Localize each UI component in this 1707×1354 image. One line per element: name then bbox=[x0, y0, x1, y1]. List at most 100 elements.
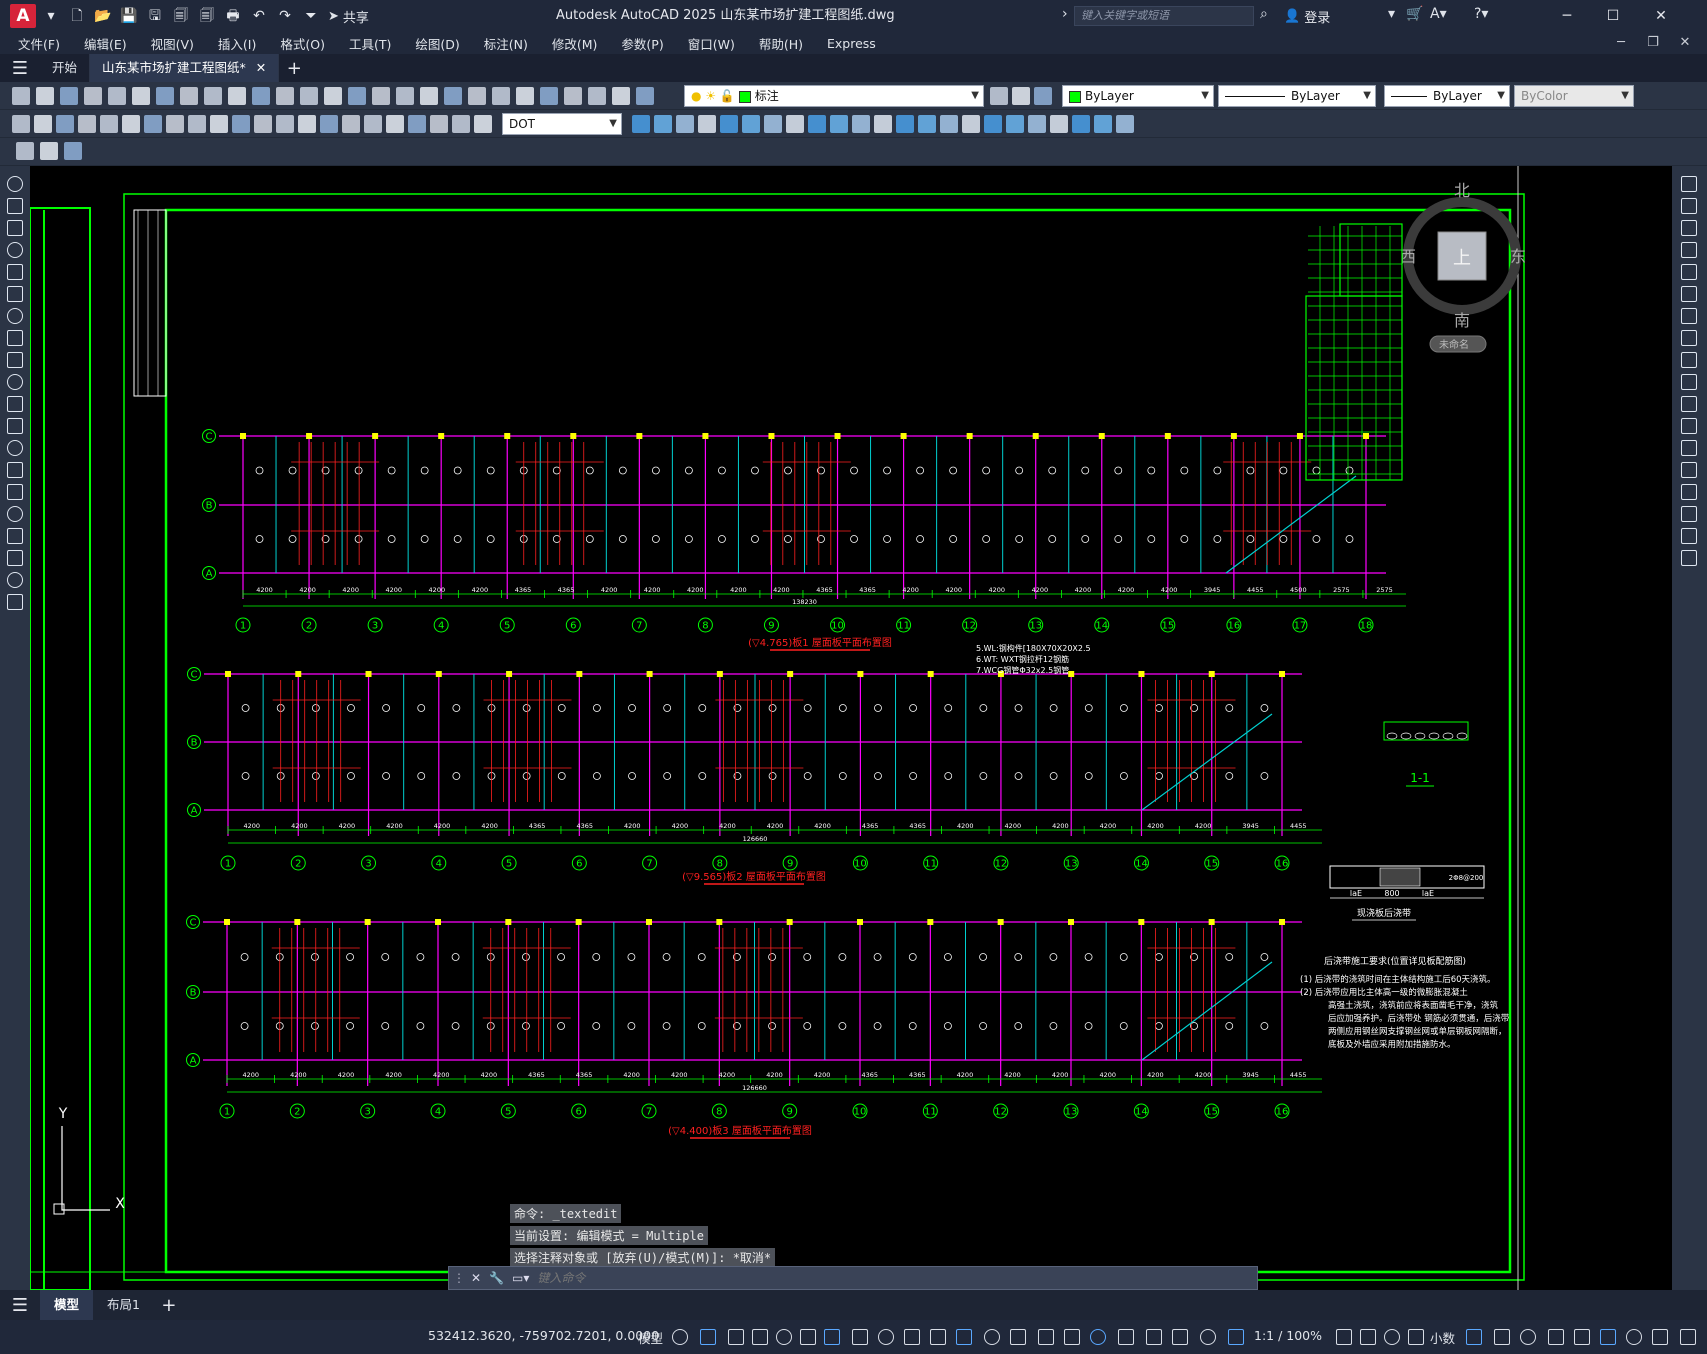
extrude-icon[interactable] bbox=[676, 115, 694, 133]
3d-rotate-icon[interactable] bbox=[896, 115, 914, 133]
dim-style-icon[interactable] bbox=[452, 115, 470, 133]
revolve-icon[interactable] bbox=[764, 115, 782, 133]
faces-icon[interactable] bbox=[1094, 115, 1112, 133]
menu-draw[interactable]: 绘图(D) bbox=[397, 34, 459, 53]
dim-continue-icon[interactable] bbox=[232, 115, 250, 133]
status-toggle-icon[interactable] bbox=[1038, 1329, 1054, 1345]
status-toggle-icon[interactable] bbox=[800, 1329, 816, 1345]
menu-help[interactable]: 帮助(H) bbox=[741, 34, 803, 53]
dim-radius-icon[interactable] bbox=[100, 115, 118, 133]
separate-icon[interactable] bbox=[1050, 115, 1068, 133]
gradient-icon[interactable] bbox=[7, 418, 23, 434]
status-toggle-icon[interactable] bbox=[1360, 1329, 1376, 1345]
inspect-icon[interactable] bbox=[342, 115, 360, 133]
coordinate-readout[interactable]: 532412.3620, -759702.7201, 0.0000 bbox=[428, 1328, 659, 1343]
status-toggle-icon[interactable] bbox=[1172, 1329, 1188, 1345]
block-editor-icon[interactable] bbox=[16, 142, 34, 160]
menu-insert[interactable]: 插入(I) bbox=[200, 34, 256, 53]
circle-icon[interactable] bbox=[7, 286, 23, 302]
redo-icon[interactable] bbox=[276, 87, 294, 105]
dim-text-edit-icon[interactable] bbox=[408, 115, 426, 133]
dim-angular-icon[interactable] bbox=[166, 115, 184, 133]
open-web-icon[interactable]: 🗐 bbox=[170, 5, 192, 27]
color-combo[interactable]: ByLayer ▼ bbox=[1062, 85, 1214, 107]
doc-minimize-button[interactable]: ─ bbox=[1606, 32, 1636, 54]
copy-icon[interactable] bbox=[1681, 198, 1697, 214]
status-toggle-icon[interactable] bbox=[700, 1329, 716, 1345]
calc-icon[interactable] bbox=[516, 87, 534, 105]
save-icon[interactable] bbox=[60, 87, 78, 105]
close-icon[interactable]: ✕ bbox=[256, 60, 266, 75]
chevron-down-icon[interactable]: ▾ bbox=[40, 5, 62, 27]
union-icon[interactable] bbox=[698, 115, 716, 133]
zoom-prev-icon[interactable] bbox=[372, 87, 390, 105]
dim-linear-icon[interactable] bbox=[12, 115, 30, 133]
status-toggle-icon[interactable] bbox=[1408, 1329, 1424, 1345]
dim-arc-icon[interactable] bbox=[56, 115, 74, 133]
new-tab-button[interactable]: + bbox=[279, 58, 309, 79]
loft-icon[interactable] bbox=[808, 115, 826, 133]
rotate-icon[interactable] bbox=[1681, 308, 1697, 324]
layer-state-icon[interactable] bbox=[1034, 87, 1052, 105]
dim-update-icon[interactable] bbox=[430, 115, 448, 133]
status-toggle-icon[interactable] bbox=[1118, 1329, 1134, 1345]
chamfer-icon[interactable] bbox=[1006, 115, 1024, 133]
align-icon[interactable] bbox=[918, 115, 936, 133]
print-icon[interactable] bbox=[84, 87, 102, 105]
publish-icon[interactable] bbox=[132, 87, 150, 105]
command-prompt-icon[interactable]: ▭▾ bbox=[512, 1271, 529, 1285]
sweep-icon[interactable] bbox=[786, 115, 804, 133]
attribute-icon[interactable] bbox=[64, 142, 82, 160]
block-icon[interactable] bbox=[7, 352, 23, 368]
maximize-button[interactable]: ☐ bbox=[1590, 0, 1636, 32]
cylinder-icon[interactable] bbox=[654, 115, 672, 133]
status-toggle-icon[interactable] bbox=[1680, 1329, 1696, 1345]
revcloud-icon[interactable] bbox=[7, 528, 23, 544]
status-toggle-icon[interactable] bbox=[1336, 1329, 1352, 1345]
save-web-icon[interactable]: 🗐 bbox=[196, 5, 218, 27]
move-icon[interactable] bbox=[1681, 286, 1697, 302]
sheet-set-icon[interactable] bbox=[468, 87, 486, 105]
construct-line-icon[interactable] bbox=[7, 506, 23, 522]
menu-view[interactable]: 视图(V) bbox=[133, 34, 194, 53]
status-toggle-icon[interactable] bbox=[1090, 1329, 1106, 1345]
customize-qa-icon[interactable]: ⏷ bbox=[300, 5, 322, 27]
status-toggle-icon[interactable] bbox=[1600, 1329, 1616, 1345]
status-toggle-icon[interactable] bbox=[1626, 1329, 1642, 1345]
make-current-icon[interactable] bbox=[990, 87, 1008, 105]
status-toggle-icon[interactable] bbox=[852, 1329, 868, 1345]
section-icon[interactable] bbox=[852, 115, 870, 133]
linetype-combo[interactable]: ByLayer ▼ bbox=[1218, 85, 1376, 107]
help-icon[interactable] bbox=[540, 87, 558, 105]
subtract-icon[interactable] bbox=[720, 115, 738, 133]
center-mark-icon[interactable] bbox=[320, 115, 338, 133]
menu-express[interactable]: Express bbox=[809, 36, 876, 51]
properties-icon[interactable] bbox=[396, 87, 414, 105]
autocad-logo[interactable]: A bbox=[10, 4, 36, 28]
preview-icon[interactable] bbox=[108, 87, 126, 105]
insert-icon[interactable] bbox=[7, 550, 23, 566]
share-button[interactable]: ➤ 共享 bbox=[328, 7, 369, 26]
layer-previous-icon[interactable] bbox=[1012, 87, 1030, 105]
doc-restore-button[interactable]: ❐ bbox=[1638, 32, 1668, 54]
minimize-button[interactable]: ─ bbox=[1544, 0, 1590, 32]
paste-icon[interactable] bbox=[204, 87, 222, 105]
array-icon[interactable] bbox=[962, 115, 980, 133]
match-icon[interactable] bbox=[228, 87, 246, 105]
status-toggle-icon[interactable] bbox=[984, 1329, 1000, 1345]
tab-start[interactable]: 开始 bbox=[40, 54, 91, 82]
tab-drawing[interactable]: 山东某市场扩建工程图纸* ✕ bbox=[90, 54, 280, 82]
status-toggle-icon[interactable] bbox=[1520, 1329, 1536, 1345]
box-icon[interactable] bbox=[1116, 115, 1134, 133]
line-icon[interactable] bbox=[7, 176, 23, 192]
status-toggle-icon[interactable] bbox=[776, 1329, 792, 1345]
scale-icon[interactable] bbox=[1681, 330, 1697, 346]
menu-file[interactable]: 文件(F) bbox=[0, 34, 60, 53]
open-icon[interactable] bbox=[36, 87, 54, 105]
tolerance-icon[interactable] bbox=[298, 115, 316, 133]
rectangle-icon[interactable] bbox=[7, 264, 23, 280]
mtext-icon[interactable] bbox=[7, 484, 23, 500]
fillet-icon[interactable] bbox=[984, 115, 1002, 133]
spline-icon[interactable] bbox=[7, 308, 23, 324]
menu-dimension[interactable]: 标注(N) bbox=[466, 34, 528, 53]
